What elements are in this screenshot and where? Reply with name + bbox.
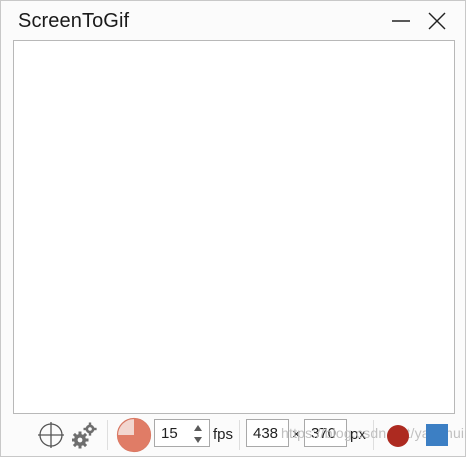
pie-clock-icon (116, 417, 152, 453)
fps-spinner-icon[interactable] (191, 422, 205, 446)
snap-to-window-button[interactable] (38, 422, 64, 448)
minimize-icon (392, 20, 410, 22)
fps-input[interactable]: 15 (154, 419, 210, 447)
capture-area[interactable] (13, 40, 455, 414)
crosshair-icon (38, 422, 64, 448)
record-button[interactable] (387, 425, 409, 447)
close-button[interactable] (420, 7, 454, 35)
options-button[interactable] (72, 421, 98, 449)
minimize-button[interactable] (384, 7, 418, 35)
close-icon (428, 12, 446, 30)
toolbar-separator (107, 420, 108, 450)
toolbar-separator (239, 420, 240, 450)
width-value: 438 (253, 424, 279, 442)
stop-button[interactable] (426, 424, 448, 446)
gears-icon (72, 422, 97, 449)
fps-unit-label: fps (213, 426, 234, 443)
title-bar[interactable]: ScreenToGif (1, 1, 465, 41)
window-title: ScreenToGif (18, 10, 130, 32)
fps-value: 15 (161, 424, 178, 442)
app-window: ScreenToGif 15 fps 438 × 370 px https://… (0, 0, 466, 457)
frame-rate-indicator (116, 417, 152, 453)
